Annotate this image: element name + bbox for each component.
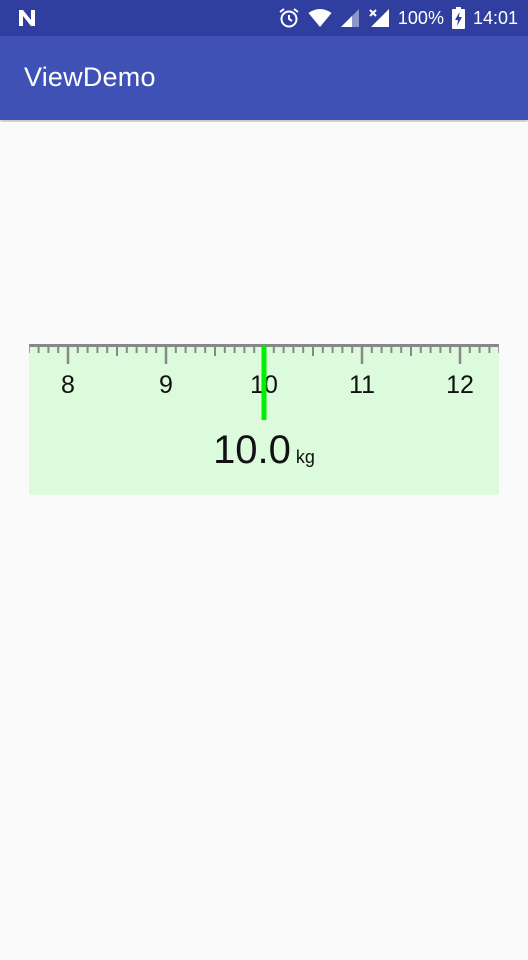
battery-charging-icon	[451, 7, 465, 29]
ruler-label: 11	[349, 371, 375, 399]
wifi-icon	[308, 8, 332, 28]
ruler-label: 8	[61, 371, 75, 399]
notification-n-icon	[16, 7, 38, 29]
clock: 14:01	[472, 7, 518, 28]
status-icons: 100% 14:01	[278, 0, 518, 36]
weight-unit: kg	[295, 447, 315, 467]
app-bar: ViewDemo	[0, 36, 528, 120]
weight-readout: 10.0 kg	[29, 428, 499, 473]
value-indicator	[261, 346, 267, 420]
battery-percent: 100%	[397, 7, 444, 28]
main-content: 89101112 10.0kg	[0, 122, 528, 960]
weight-ruler[interactable]: 89101112 10.0kg	[29, 344, 499, 495]
ruler-label: 12	[446, 371, 474, 399]
status-bar: 100% 14:01	[0, 0, 528, 36]
weight-value: 10.0	[213, 428, 291, 472]
no-signal-icon	[368, 8, 390, 28]
alarm-icon	[278, 7, 300, 29]
signal-icon	[340, 8, 360, 28]
app-title: ViewDemo	[24, 62, 156, 92]
ruler-label: 9	[159, 371, 173, 399]
